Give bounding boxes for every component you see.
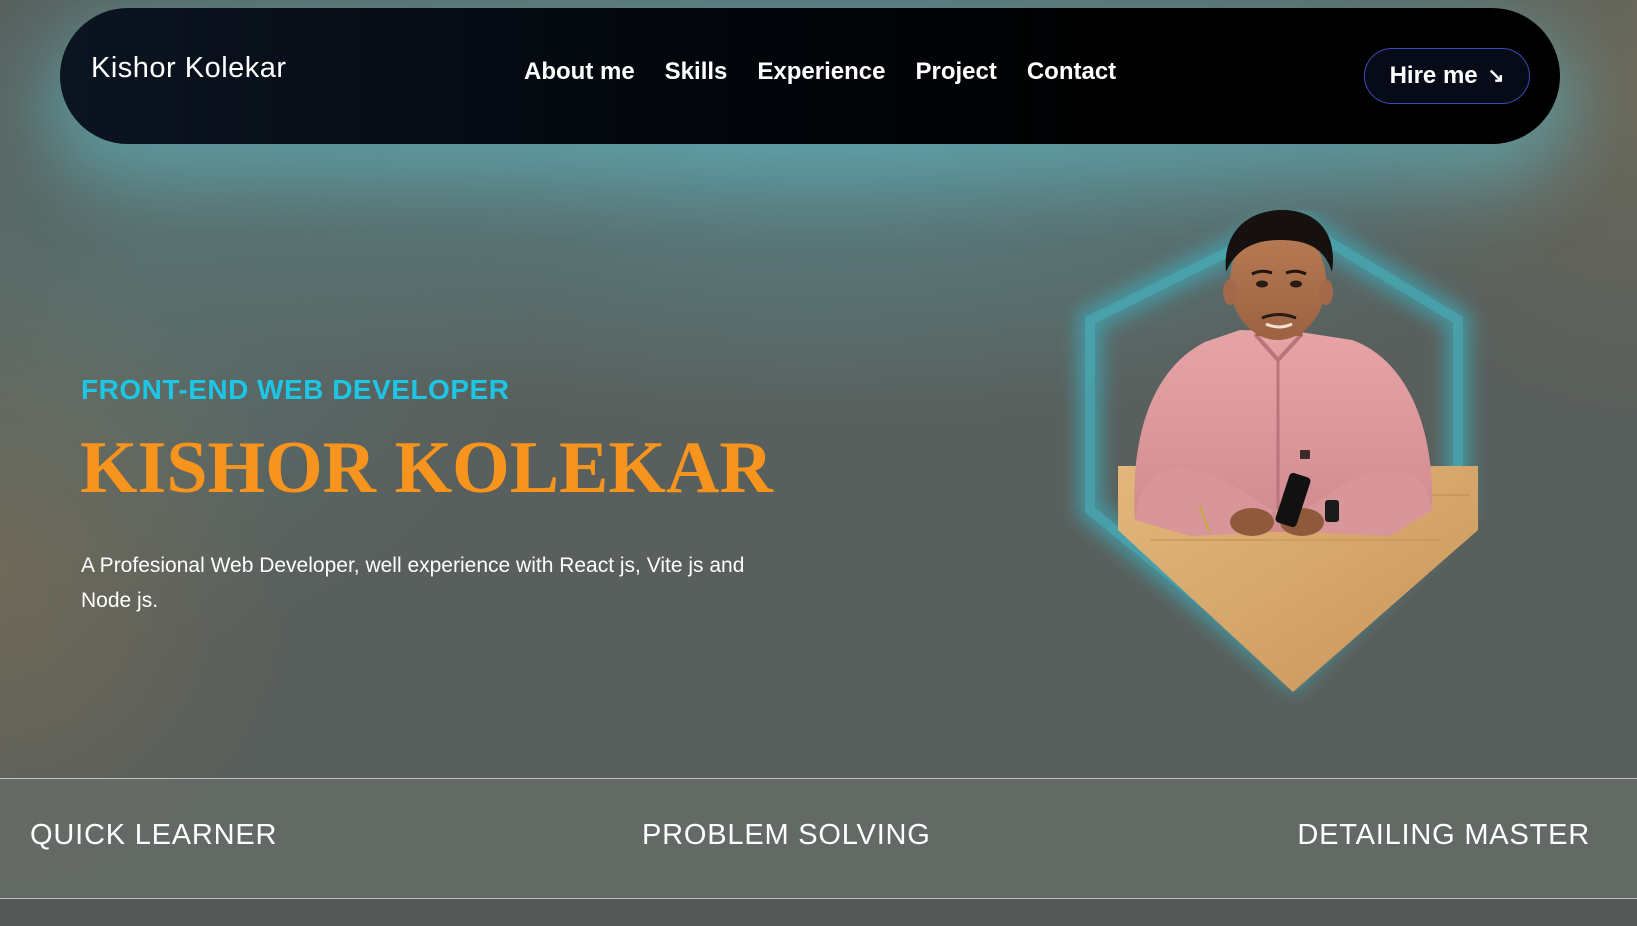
nav-link-skills[interactable]: Skills (665, 58, 728, 86)
hire-me-button[interactable]: Hire me ↘ (1364, 48, 1530, 104)
profile-portrait (1040, 210, 1520, 710)
nav-link-experience[interactable]: Experience (757, 58, 885, 86)
nav-link-contact[interactable]: Contact (1027, 58, 1116, 86)
profile-portrait-illustration (1077, 210, 1478, 694)
nav-links: About me Skills Experience Project Conta… (524, 58, 1116, 86)
bottom-band (0, 899, 1637, 926)
brand-logo-text[interactable]: Kishor Kolekar (91, 52, 287, 85)
hero-name: KISHOR KOLEKAR (80, 427, 773, 509)
arrow-down-right-icon: ↘ (1487, 65, 1505, 87)
hire-me-label: Hire me (1389, 62, 1478, 89)
nav-link-about[interactable]: About me (524, 58, 635, 86)
strength-quick-learner: QUICK LEARNER (30, 819, 278, 851)
strength-problem-solving: PROBLEM SOLVING (642, 819, 931, 851)
nav-link-project[interactable]: Project (915, 58, 996, 86)
hero-description: A Profesional Web Developer, well experi… (81, 554, 745, 612)
hero-role: FRONT-END WEB DEVELOPER (81, 374, 510, 405)
navbar: Kishor Kolekar About me Skills Experienc… (60, 8, 1560, 144)
strength-detailing-master: DETAILING MASTER (1297, 819, 1590, 851)
strengths-strip: QUICK LEARNER PROBLEM SOLVING DETAILING … (0, 778, 1637, 899)
